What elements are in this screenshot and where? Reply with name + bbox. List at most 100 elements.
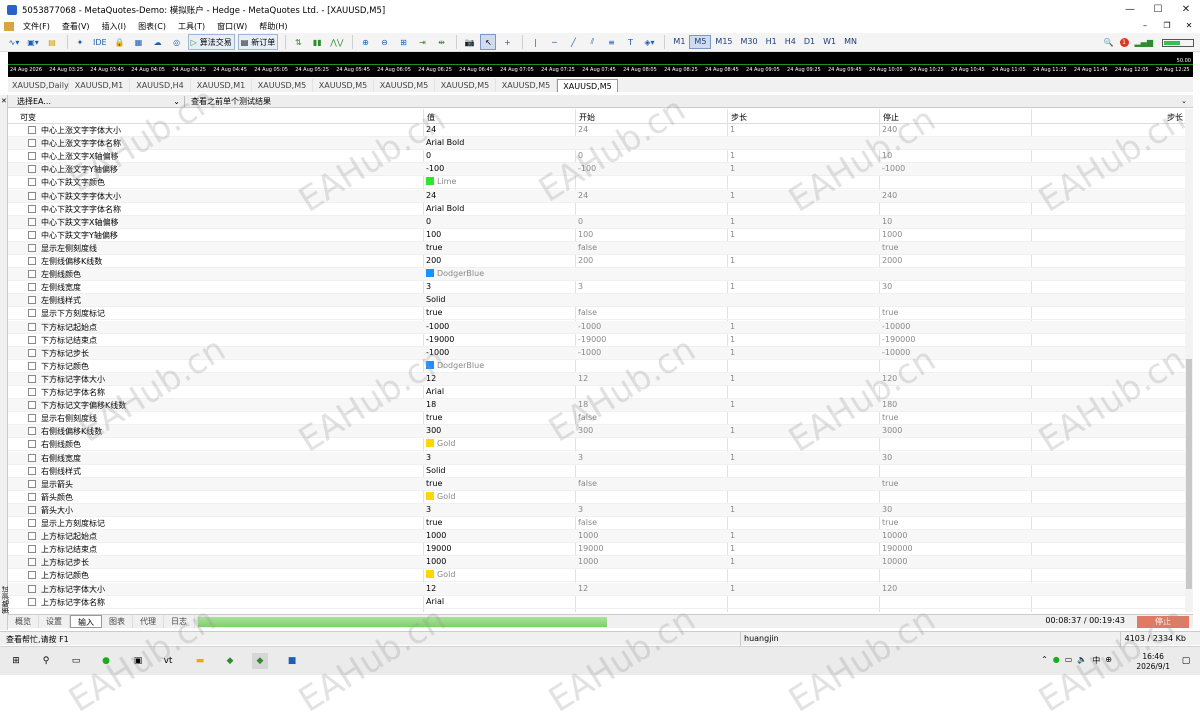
table-row[interactable]: 显示上方刻度标记 true false true (8, 517, 1185, 531)
color-value[interactable]: DodgerBlue (426, 360, 484, 370)
line-chart-icon[interactable]: ⋀⋁ (328, 34, 345, 50)
trend-line-icon[interactable]: ╱ (565, 34, 581, 50)
new-order-button[interactable]: ▤ 新订单 (237, 34, 279, 50)
header-start[interactable]: 开始 (579, 112, 595, 123)
value-cell[interactable]: true (426, 308, 442, 317)
menu-insert[interactable]: 插入(I) (96, 21, 133, 32)
row-checkbox[interactable] (28, 257, 36, 265)
timeframe-mn[interactable]: MN (840, 35, 861, 49)
header-stop[interactable]: 停止 (883, 112, 899, 123)
row-checkbox[interactable] (28, 348, 36, 357)
color-value[interactable]: Gold (426, 570, 455, 579)
zoom-out-icon[interactable]: ⊖ (376, 34, 392, 50)
chevron-up-icon[interactable]: ⌃ (1041, 655, 1048, 666)
row-checkbox[interactable] (28, 479, 36, 488)
timeframe-m1[interactable]: M1 (669, 35, 689, 49)
table-row[interactable]: 右侧线偏移K线数 300 300 1 3000 (8, 425, 1185, 439)
search-taskbar-icon[interactable]: ⚲ (38, 653, 54, 669)
ime-indicator[interactable]: 中 (1092, 655, 1100, 666)
row-checkbox[interactable] (28, 178, 36, 187)
row-checkbox[interactable] (28, 270, 36, 279)
network-icon[interactable]: ▭ (1065, 655, 1073, 666)
ea-select[interactable]: 选择EA... ⌄ (17, 95, 185, 107)
row-checkbox[interactable] (28, 440, 36, 449)
value-cell[interactable]: -100 (426, 164, 444, 173)
table-row[interactable]: 中心下跌文字Y轴偏移 100 100 1 1000 (8, 229, 1185, 242)
table-row[interactable]: 中心下跌文字颜色 Lime (8, 176, 1185, 190)
row-checkbox[interactable] (28, 296, 36, 305)
table-row[interactable]: 上方标记字体大小 12 12 1 120 (8, 582, 1185, 596)
timeframe-m15[interactable]: M15 (711, 35, 736, 49)
table-row[interactable]: 箭头颜色 Gold (8, 491, 1185, 504)
table-row[interactable]: 下方标记结束点 -19000 -19000 1 -190000 (8, 334, 1185, 347)
row-checkbox[interactable] (28, 597, 36, 606)
row-checkbox[interactable] (28, 361, 36, 370)
chart-tab[interactable]: XAUUSD,H4 (130, 79, 191, 92)
value-cell[interactable]: -19000 (426, 335, 454, 344)
app-icon-2[interactable]: ■ (284, 653, 300, 669)
vps-icon[interactable]: ◎ (169, 34, 185, 50)
table-row[interactable]: 下方标记文字偏移K线数 18 18 1 180 (8, 399, 1185, 413)
table-row[interactable]: 左侧线样式 Solid (8, 294, 1185, 308)
chart-tab[interactable]: XAUUSD,Daily (8, 79, 69, 92)
table-row[interactable]: 中心下跌文字字体名称 Arial Bold (8, 203, 1185, 216)
table-row[interactable]: 显示右侧刻度线 true false true (8, 412, 1185, 426)
vt-icon[interactable]: vt (160, 653, 176, 669)
row-checkbox[interactable] (28, 584, 36, 593)
folder-icon[interactable]: ▬ (192, 653, 208, 669)
windows-start-icon[interactable]: ⊞ (8, 653, 24, 669)
minimize-button[interactable]: — (1116, 0, 1144, 19)
table-row[interactable]: 下方标记字体大小 12 12 1 120 (8, 372, 1185, 386)
row-checkbox[interactable] (28, 466, 36, 475)
chart-tab[interactable]: XAUUSD,M1 (69, 79, 130, 92)
value-cell[interactable]: true (426, 479, 442, 488)
mdi-minimize-button[interactable]: – (1134, 19, 1156, 33)
clock[interactable]: 16:46 2026/9/1 (1136, 652, 1170, 672)
row-checkbox[interactable] (28, 165, 36, 174)
row-checkbox[interactable] (28, 139, 36, 148)
timeframe-w1[interactable]: W1 (819, 35, 840, 49)
row-checkbox[interactable] (28, 230, 36, 239)
menu-window[interactable]: 窗口(W) (211, 21, 253, 32)
row-checkbox[interactable] (28, 388, 36, 396)
table-row[interactable]: 箭头大小 3 3 1 30 (8, 503, 1185, 517)
timeframe-m30[interactable]: M30 (737, 35, 762, 49)
menu-charts[interactable]: 图表(C) (132, 21, 172, 32)
collapse-chevron-icon[interactable]: ⌄ (1181, 97, 1187, 105)
cloud-icon[interactable]: ☁ (150, 34, 166, 50)
depth-icon[interactable]: ⇅ (290, 34, 306, 50)
table-row[interactable]: 显示左侧刻度线 true false true (8, 241, 1185, 255)
table-row[interactable]: 上方标记字体名称 Arial (8, 596, 1185, 609)
vertical-scrollbar[interactable] (1185, 109, 1193, 612)
profile-icon[interactable]: ▤ (44, 34, 60, 50)
row-checkbox[interactable] (28, 532, 36, 541)
maximize-button[interactable]: ☐ (1144, 0, 1172, 19)
value-cell[interactable]: Arial (426, 597, 444, 606)
notification-badge[interactable]: 1 (1119, 38, 1129, 47)
menu-view[interactable]: 查看(V) (56, 21, 96, 32)
tab-journal[interactable]: 日志 (164, 615, 195, 628)
menu-tools[interactable]: 工具(T) (172, 21, 211, 32)
close-button[interactable]: ✕ (1172, 0, 1200, 19)
tab-graph[interactable]: 图表 (102, 615, 133, 628)
table-row[interactable]: 左侧线颜色 DodgerBlue (8, 268, 1185, 282)
row-checkbox[interactable] (28, 283, 36, 292)
row-checkbox[interactable] (28, 492, 36, 501)
table-row[interactable]: 中心上涨文字Y轴偏移 -100 -100 1 -1000 (8, 163, 1185, 177)
scrollbar-thumb[interactable] (1186, 359, 1192, 589)
value-cell[interactable]: 3 (426, 453, 431, 462)
value-cell[interactable]: 1000 (426, 531, 446, 540)
value-cell[interactable]: -1000 (426, 322, 449, 331)
table-row[interactable]: 右侧线样式 Solid (8, 465, 1185, 478)
notification-center-icon[interactable]: ▢ (1178, 653, 1194, 669)
value-cell[interactable]: 12 (426, 374, 436, 383)
mdi-close-button[interactable]: ✕ (1178, 19, 1200, 33)
tab-inputs[interactable]: 输入 (70, 615, 102, 628)
row-checkbox[interactable] (28, 519, 36, 527)
table-row[interactable]: 下方标记起始点 -1000 -1000 1 -10000 (8, 320, 1185, 334)
value-cell[interactable]: Arial (426, 387, 444, 396)
row-checkbox[interactable] (28, 374, 36, 383)
chart-type-icon[interactable]: ∿▾ (6, 34, 22, 50)
header-step[interactable]: 步长 (731, 112, 747, 123)
table-row[interactable]: 上方标记颜色 Gold (8, 569, 1185, 583)
